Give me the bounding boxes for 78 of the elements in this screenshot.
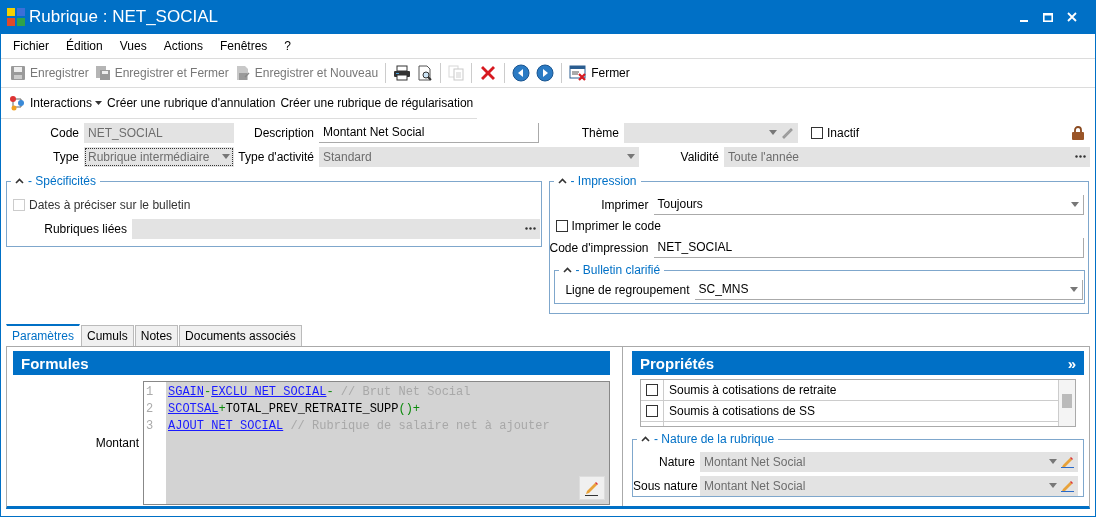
maximize-icon[interactable] <box>1043 12 1053 22</box>
panel-header: Formules <box>13 351 610 375</box>
property-label: Soumis à cotisations de retraite <box>668 383 837 397</box>
menu-item[interactable]: Édition <box>66 39 111 53</box>
menu-item[interactable]: Actions <box>163 39 211 53</box>
copy-icon <box>448 65 465 81</box>
field-label: Sous nature <box>633 478 699 493</box>
interactions-menu[interactable]: Interactions <box>30 96 103 110</box>
dropdown-caret-icon <box>1070 201 1079 207</box>
dropdown-caret-icon <box>1049 483 1057 488</box>
group-title: - Impression <box>570 174 637 188</box>
checkbox[interactable]: Imprimer le code <box>555 219 1088 233</box>
field-label: Validité <box>679 149 720 164</box>
field-label: Montant <box>94 436 140 450</box>
field-label: Type d'activité <box>237 149 315 164</box>
field-label: Thème <box>580 125 620 140</box>
forward-icon <box>536 64 555 82</box>
expand-button[interactable]: » <box>1067 354 1076 372</box>
save-icon <box>10 65 26 81</box>
caret-icon <box>95 101 103 105</box>
field-label: Rubriques liées <box>43 221 128 236</box>
window-title: Rubrique : NET_SOCIAL <box>29 7 218 27</box>
menu-item[interactable]: ? <box>284 39 300 53</box>
field-label: Nature <box>657 454 696 469</box>
print-preview-icon <box>417 65 434 81</box>
print-icon <box>393 65 412 81</box>
dropdown-caret-icon <box>1049 459 1057 464</box>
tab[interactable]: Notes <box>134 325 179 346</box>
dropdown-caret-icon <box>1069 286 1078 292</box>
checkbox[interactable]: Inactif <box>811 125 859 140</box>
field-label: Code d'impression <box>549 240 650 255</box>
print-code-field[interactable]: NET_SOCIAL <box>653 237 1084 258</box>
collapse-chevron-icon[interactable] <box>641 436 650 442</box>
group-title: - Bulletin clarifié <box>575 263 661 277</box>
dropdown-caret-icon <box>769 130 777 135</box>
code-line: SCOTSAL+TOTAL_PREV_RETRAITE_SUPP()+ <box>168 401 422 418</box>
checkbox[interactable] <box>646 384 658 396</box>
network-icon <box>9 95 25 111</box>
tab[interactable]: Documents associés <box>179 325 302 346</box>
collapse-chevron-icon[interactable] <box>15 178 24 184</box>
menu-item[interactable]: Fenêtres <box>220 39 276 53</box>
toolbar-button[interactable]: Fermer <box>566 63 633 83</box>
grouping-line-dropdown[interactable]: SC_MNS <box>694 279 1083 300</box>
checkbox[interactable] <box>646 405 658 417</box>
field-label: Ligne de regroupement <box>564 282 691 297</box>
panel-header: Propriétés <box>640 354 715 372</box>
menu-item[interactable]: Vues <box>119 39 155 53</box>
field-label: Type <box>52 149 80 164</box>
line-number: 1 <box>145 384 155 401</box>
delete-icon <box>479 64 498 82</box>
dropdown-caret-icon <box>627 154 635 159</box>
group-title: - Nature de la rubrique <box>654 432 775 446</box>
back-icon <box>512 64 531 82</box>
tab[interactable]: Cumuls <box>81 325 134 346</box>
pencil-icon <box>584 480 600 496</box>
field-label: Imprimer <box>600 197 650 212</box>
description-field[interactable]: Montant Net Social <box>319 122 539 143</box>
line-number: 2 <box>145 401 155 418</box>
save-new-icon <box>234 65 251 81</box>
lock-icon <box>1072 125 1084 140</box>
action-link[interactable]: Créer une rubrique de régularisation <box>280 96 474 110</box>
line-number: 3 <box>145 418 155 435</box>
print-dropdown[interactable]: Toujours <box>653 194 1084 215</box>
field-label: Code <box>49 125 80 140</box>
close-icon[interactable] <box>1067 12 1077 22</box>
collapse-chevron-icon[interactable] <box>557 178 567 184</box>
close-window-icon <box>569 65 588 81</box>
save-close-icon <box>94 65 111 81</box>
collapse-chevron-icon[interactable] <box>562 267 572 273</box>
property-label: Soumis à cotisations de SS <box>668 404 816 418</box>
edit-button[interactable] <box>579 476 605 500</box>
scrollbar[interactable] <box>1058 380 1075 426</box>
group-title: - Spécificités <box>28 174 97 188</box>
app-icon <box>7 8 25 26</box>
menu-item[interactable]: Fichier <box>13 39 57 53</box>
dropdown-caret-icon <box>222 154 230 159</box>
action-link[interactable]: Créer une rubrique d'annulation <box>107 96 276 110</box>
field-label: Description <box>252 125 315 140</box>
